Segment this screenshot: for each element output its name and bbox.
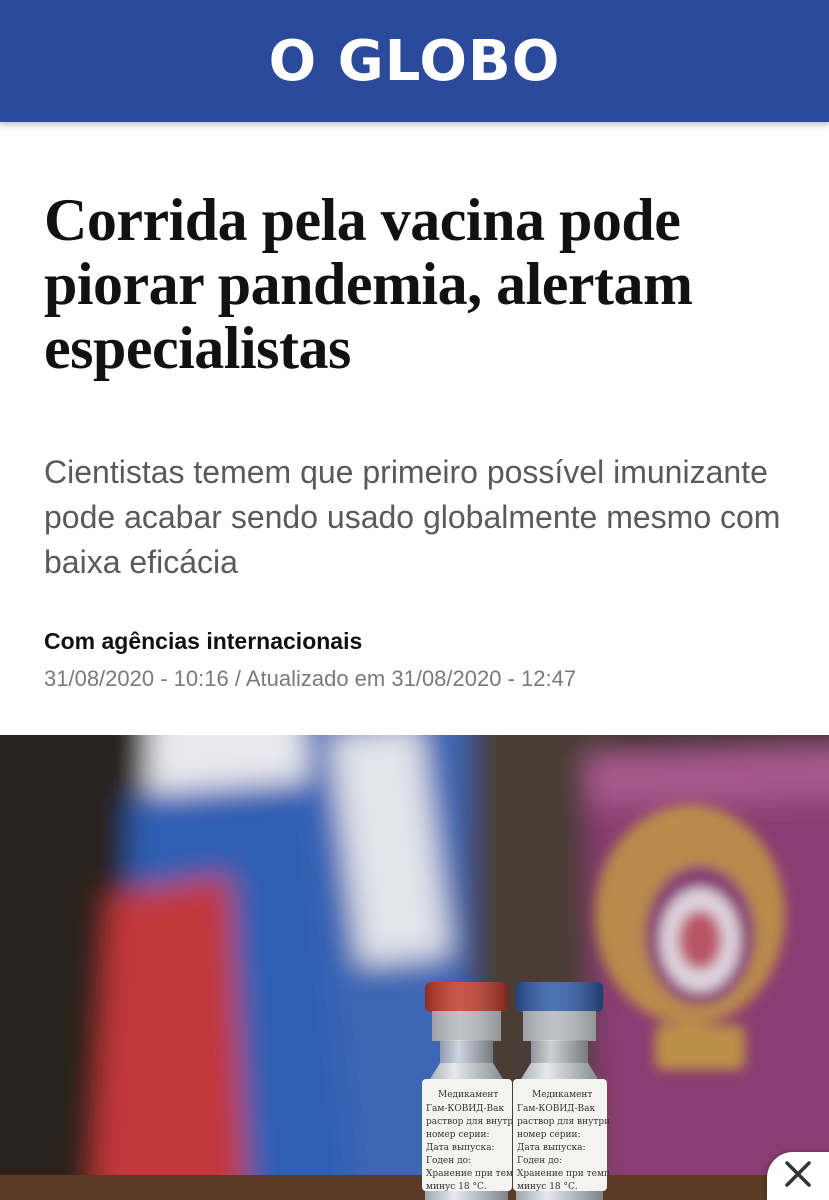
article-subtitle: Cientistas temem que primeiro possível i… <box>44 454 781 580</box>
svg-text:раствор для внутри: раствор для внутри <box>426 1117 519 1127</box>
svg-text:минус 18 °С.: минус 18 °С. <box>426 1182 487 1192</box>
svg-text:Хранение при темп: Хранение при темп <box>426 1169 519 1179</box>
article-dateline: 31/08/2020 - 10:16 / Atualizado em 31/08… <box>44 666 577 691</box>
site-logo[interactable]: O GLOBO <box>269 34 561 90</box>
svg-text:Дата выпуска:: Дата выпуска: <box>426 1143 494 1153</box>
table-surface <box>0 1175 829 1200</box>
svg-text:Медикамент: Медикамент <box>532 1090 592 1100</box>
article-photo: Медикамент Гам-КОВИД-Вак раствор для вну… <box>0 735 829 1200</box>
svg-text:номер серии:: номер серии: <box>517 1130 581 1140</box>
svg-text:номер серии:: номер серии: <box>426 1130 490 1140</box>
svg-text:минус 18 °С.: минус 18 °С. <box>517 1182 578 1192</box>
svg-text:Годен до:: Годен до: <box>517 1156 562 1166</box>
svg-text:Годен до:: Годен до: <box>426 1156 471 1166</box>
svg-text:Дата выпуска:: Дата выпуска: <box>517 1143 585 1153</box>
svg-text:Гам-КОВИД-Вак: Гам-КОВИД-Вак <box>426 1104 505 1114</box>
svg-text:Гам-КОВИД-Вак: Гам-КОВИД-Вак <box>517 1104 596 1114</box>
close-button[interactable] <box>767 1152 829 1200</box>
site-header: O GLOBO <box>0 0 829 122</box>
article-byline: Com agências internacionais <box>44 628 363 654</box>
close-icon <box>783 1159 813 1194</box>
article-headline: Corrida pela vacina pode piorar pandemia… <box>44 187 693 381</box>
svg-text:Медикамент: Медикамент <box>438 1090 498 1100</box>
svg-text:Хранение при темп: Хранение при темп <box>517 1169 610 1179</box>
svg-text:раствор для внутри: раствор для внутри <box>517 1117 610 1127</box>
vaccine-vial-right: Медикамент Гам-КОВИД-Вак раствор для вну… <box>513 982 610 1200</box>
